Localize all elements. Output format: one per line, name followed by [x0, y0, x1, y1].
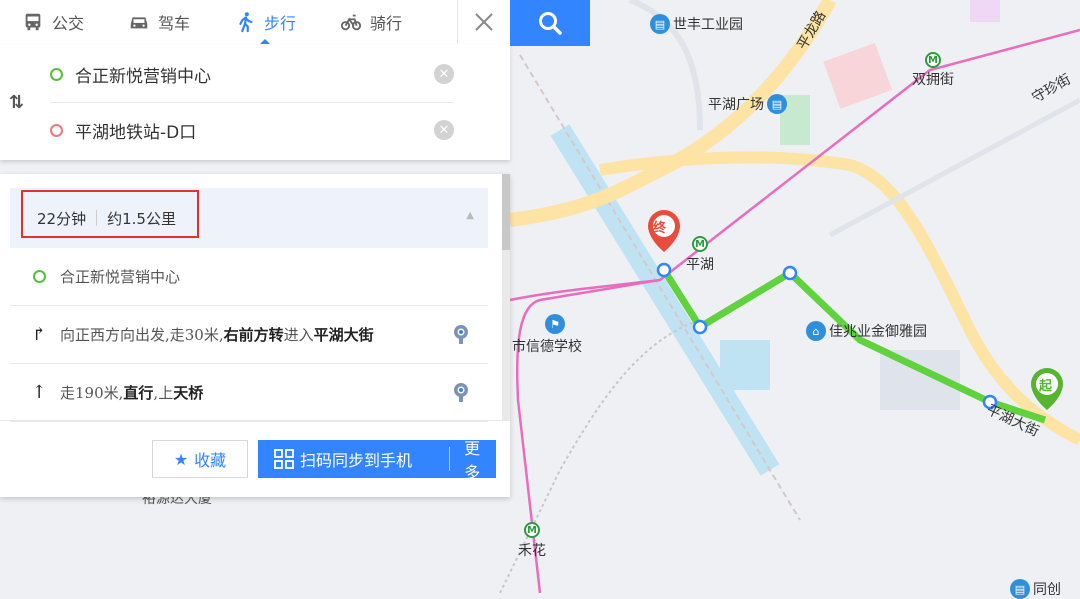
start-input[interactable]: 合正新悦营销中心 ✕ — [50, 46, 454, 103]
step-2[interactable]: ↑ 走190米,直行,上天桥 — [10, 364, 488, 422]
scrollbar-thumb[interactable] — [502, 174, 510, 250]
walk-icon — [239, 12, 253, 33]
tab-car[interactable]: 驾车 — [106, 0, 212, 44]
poi-pinghu-square[interactable]: 平湖广场 ▤ — [708, 94, 787, 114]
qr-code-icon — [274, 449, 294, 469]
tab-bike-label: 骑行 — [370, 14, 403, 33]
tab-bus[interactable]: 公交 — [0, 0, 106, 44]
star-icon: ★ — [173, 449, 189, 469]
route-node[interactable] — [656, 262, 672, 278]
step-1-text: 进入 — [283, 326, 314, 344]
end-dot-icon — [50, 123, 63, 137]
metro-icon: M — [925, 52, 941, 68]
route-node[interactable] — [782, 265, 798, 281]
poi-shifeng[interactable]: ▤ 世丰工业园 — [650, 14, 743, 34]
tab-car-label: 驾车 — [158, 14, 191, 33]
start-marker-label: 起 — [1039, 379, 1053, 394]
route-input-box: ⇅ 合正新悦营销中心 ✕ 平湖地铁站-D口 ✕ — [0, 44, 510, 160]
building-block — [970, 0, 1000, 22]
swap-direction-icon[interactable]: ⇅ — [9, 92, 24, 113]
scrollbar[interactable] — [502, 174, 510, 420]
step-1[interactable]: ↱ 向正西方向出发,走30米,右前方转进入平湖大街 — [10, 306, 488, 364]
favorite-label: 收藏 — [194, 451, 227, 470]
straight-arrow-icon: ↑ — [31, 382, 47, 403]
home-icon: ⌂ — [806, 321, 826, 341]
metro-shuangyong[interactable]: M 双拥街 — [912, 52, 954, 89]
building-icon: ▤ — [1010, 579, 1030, 599]
step-start[interactable]: 合正新悦营销中心 — [10, 248, 488, 306]
favorite-button[interactable]: ★ 收藏 — [152, 440, 248, 478]
end-input-text: 平湖地铁站-D口 — [75, 122, 197, 143]
turn-right-icon: ↱ — [31, 324, 47, 345]
step-2-road: 天桥 — [173, 384, 204, 402]
step-2-text: ,上 — [153, 384, 174, 402]
route-node[interactable] — [692, 319, 708, 335]
poi-tonglu[interactable]: ▤ 同创 — [1010, 579, 1061, 599]
collapse-caret-icon[interactable]: ▲ — [466, 210, 474, 221]
poi-xinde-school[interactable]: ⚑ 市信德学校 — [512, 314, 582, 356]
metro-pinghu[interactable]: M 平湖 — [686, 236, 714, 274]
route-result-panel: 22分钟 约1.5公里 ▲ 合正新悦营销中心 ↱ 向正西方向出发,走30米,右前… — [0, 174, 510, 497]
start-dot-icon — [32, 270, 46, 283]
search-button[interactable] — [510, 0, 590, 46]
result-footer: ★ 收藏 扫码同步到手机 更多 — [0, 420, 510, 498]
qr-sync-label: 扫码同步到手机 — [300, 451, 413, 470]
start-input-text: 合正新悦营销中心 — [75, 66, 211, 87]
street-view-icon[interactable] — [452, 324, 470, 346]
bike-icon — [340, 14, 362, 31]
step-start-text: 合正新悦营销中心 — [60, 268, 181, 286]
close-button[interactable] — [457, 0, 510, 44]
search-icon — [539, 12, 562, 35]
step-2-text: 走190米, — [60, 384, 124, 402]
summary-highlight-box — [21, 190, 199, 238]
step-1-text: 向正西方向出发,走30米, — [60, 326, 224, 344]
tab-walk-label: 步行 — [264, 14, 297, 33]
step-2-action: 直行 — [123, 384, 154, 402]
street-view-icon[interactable] — [452, 382, 470, 404]
end-input[interactable]: 平湖地铁站-D口 ✕ — [50, 102, 454, 158]
start-dot-icon — [50, 67, 63, 81]
end-marker-label: 终 — [653, 221, 667, 236]
metro-hehua[interactable]: M 禾花 — [518, 522, 546, 560]
bus-icon — [25, 13, 41, 31]
tab-walk[interactable]: 步行 — [212, 0, 318, 45]
clear-end-icon[interactable]: ✕ — [434, 120, 454, 140]
building-icon: ▤ — [650, 14, 670, 34]
route-summary[interactable]: 22分钟 约1.5公里 ▲ — [10, 188, 488, 248]
close-icon — [475, 13, 493, 31]
step-1-road: 平湖大街 — [313, 326, 374, 344]
tab-bike[interactable]: 骑行 — [318, 0, 424, 44]
more-button[interactable]: 更多 — [450, 435, 496, 483]
tab-bus-label: 公交 — [52, 14, 85, 33]
car-icon — [130, 17, 148, 29]
step-1-action: 右前方转 — [223, 326, 284, 344]
travel-mode-bar: 公交 驾车 步行 骑行 — [0, 0, 510, 45]
building-icon: ▤ — [767, 94, 787, 114]
qr-sync-button[interactable]: 扫码同步到手机 更多 — [258, 439, 496, 482]
clear-start-icon[interactable]: ✕ — [434, 64, 454, 84]
metro-icon: M — [524, 522, 540, 538]
poi-jiazhao[interactable]: ⌂ 佳兆业金御雅园 — [806, 321, 927, 341]
school-icon: ⚑ — [545, 314, 565, 334]
metro-icon: M — [692, 236, 708, 252]
